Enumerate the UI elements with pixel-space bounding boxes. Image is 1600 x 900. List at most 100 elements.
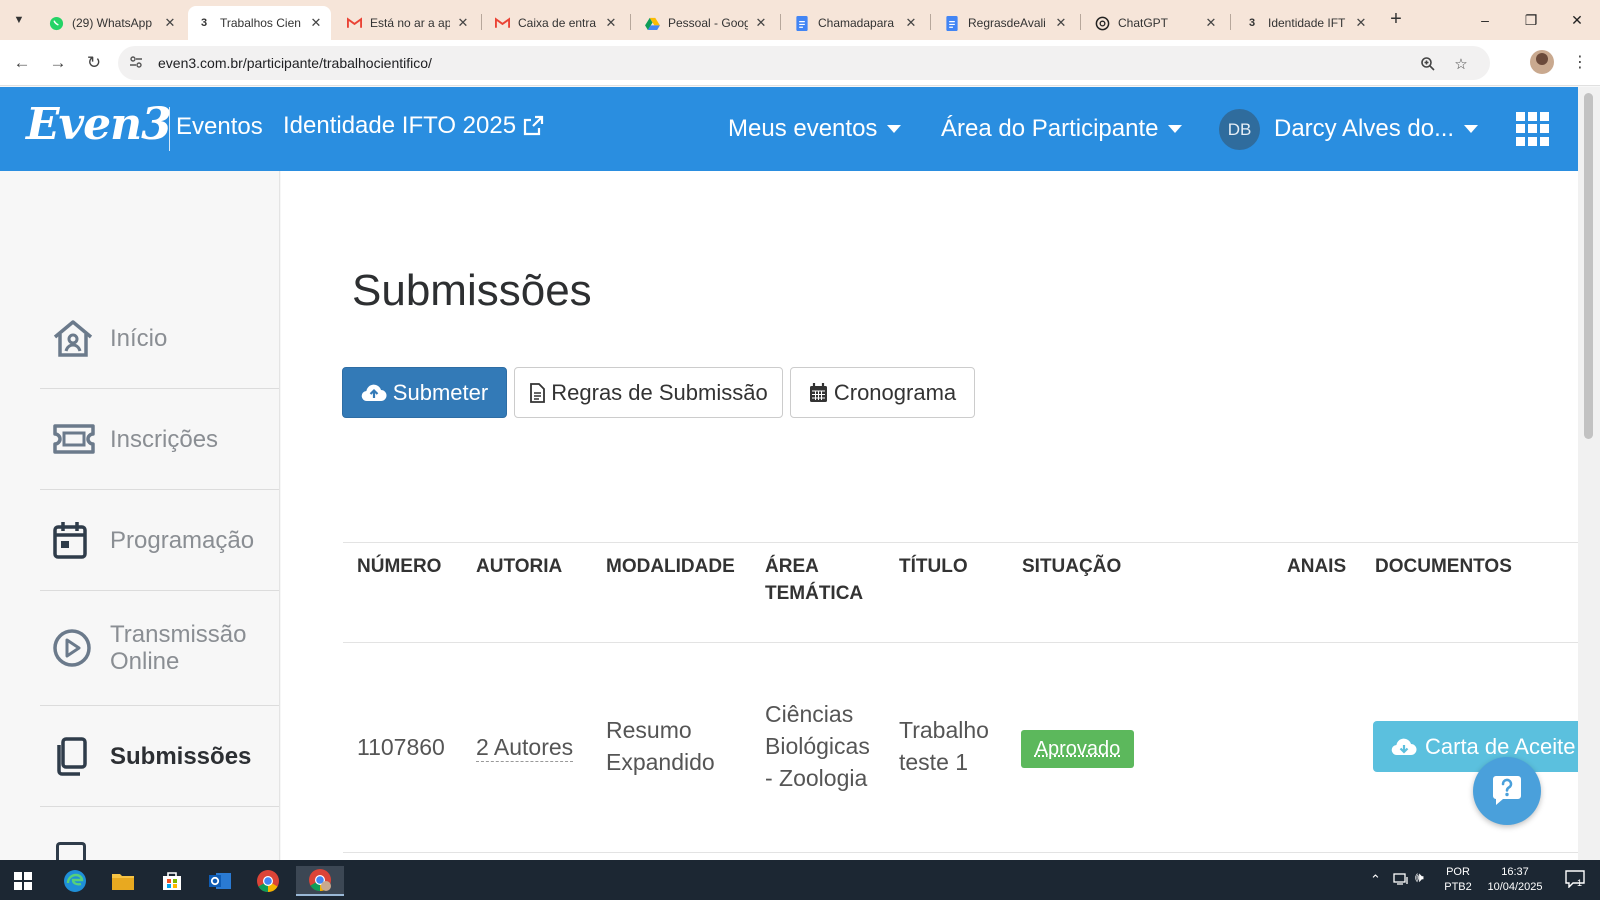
close-tab-icon[interactable]: ✕ [1054, 15, 1068, 31]
sidebar-item-programacao[interactable]: Programação [40, 490, 279, 591]
close-tab-icon[interactable]: ✕ [754, 15, 768, 31]
browser-tab-active[interactable]: 3 Trabalhos Cien ✕ [188, 6, 331, 40]
clock-time: 16:37 [1501, 866, 1529, 878]
back-arrow-icon[interactable]: ← [10, 51, 34, 75]
col-header-anais: ANAIS [1287, 556, 1347, 577]
new-tab-plus-icon[interactable]: + [1385, 8, 1407, 31]
browser-tab[interactable]: Chamadapara ✕ [786, 6, 926, 40]
restore-icon[interactable]: ❐ [1508, 0, 1554, 40]
forward-arrow-icon[interactable]: → [46, 51, 70, 75]
browser-tab[interactable]: ChatGPT ✕ [1086, 6, 1226, 40]
outlook-icon[interactable] [200, 866, 240, 896]
tab-title: Trabalhos Cien [220, 16, 301, 30]
tab-title: Está no ar a ap [370, 16, 450, 30]
url-text: even3.com.br/participante/trabalhocienti… [158, 55, 432, 71]
chrome-profile-icon[interactable] [296, 866, 344, 896]
caret-down-icon [887, 125, 902, 133]
scrollbar-thumb[interactable] [1584, 93, 1593, 439]
sidebar-item-label: Programação [110, 526, 255, 554]
browser-tab[interactable]: (29) WhatsApp ✕ [40, 6, 185, 40]
close-tab-icon[interactable]: ✕ [904, 15, 918, 31]
tab-title: ChatGPT [1118, 16, 1169, 30]
close-tab-icon[interactable]: ✕ [1354, 15, 1368, 31]
sidebar-item-inscricoes[interactable]: Inscrições [40, 389, 279, 490]
google-drive-icon [644, 15, 660, 31]
browser-tab[interactable]: Pessoal - Goog ✕ [636, 6, 776, 40]
url-field[interactable]: even3.com.br/participante/trabalhocienti… [118, 46, 1490, 80]
edge-icon[interactable] [55, 866, 95, 896]
cell-modalidade: Resumo Expandido [606, 717, 715, 775]
microsoft-store-icon[interactable] [152, 866, 192, 896]
file-explorer-icon[interactable] [103, 866, 143, 896]
table-header-divider [343, 642, 1578, 643]
keyboard-layout: PTB2 [1444, 881, 1472, 893]
tab-title: Pessoal - Goog [668, 16, 748, 30]
user-avatar[interactable]: DB [1219, 109, 1260, 150]
network-icon[interactable] [1393, 872, 1409, 891]
cell-autoria-link[interactable]: 2 Autores [476, 733, 574, 762]
submit-label: Submeter [392, 379, 489, 405]
user-name: Darcy Alves do... [1274, 115, 1455, 142]
gmail-icon [494, 15, 510, 31]
submit-button[interactable]: Submeter [342, 367, 507, 418]
tab-title: RegrasdeAvali [968, 16, 1046, 30]
close-tab-icon[interactable]: ✕ [163, 15, 177, 31]
site-info-icon[interactable] [128, 54, 146, 72]
close-window-icon[interactable]: ✕ [1554, 0, 1600, 40]
col-header-situacao: SITUAÇÃO [1022, 556, 1122, 577]
help-chat-button[interactable] [1473, 757, 1541, 825]
page-scrollbar[interactable] [1578, 87, 1600, 860]
input-language[interactable]: POR PTB2 [1441, 865, 1475, 895]
site-header: Even3 Eventos Identidade IFTO 2025 Meus … [0, 87, 1578, 171]
browser-tab-strip: ▼ (29) WhatsApp ✕ 3 Trabalhos Cien ✕ Est… [0, 0, 1600, 40]
meus-eventos-dropdown[interactable]: Meus eventos [728, 115, 902, 143]
col-header-area-tematica: ÁREA TEMÁTICA [765, 556, 864, 604]
calendar-icon [809, 382, 827, 402]
main-content: Submissões Submeter Regras de Submissão … [281, 171, 1578, 860]
reload-icon[interactable]: ↻ [82, 51, 106, 75]
table-top-border [343, 542, 1578, 543]
area-participante-dropdown[interactable]: Área do Participante [941, 115, 1183, 143]
browser-tab[interactable]: Está no ar a ap ✕ [338, 6, 478, 40]
close-tab-icon[interactable]: ✕ [604, 15, 618, 31]
meus-eventos-label: Meus eventos [728, 115, 878, 142]
schedule-label: Cronograma [833, 379, 957, 405]
browser-menu-icon[interactable]: ⋮ [1572, 52, 1588, 72]
minimize-icon[interactable]: – [1462, 0, 1508, 40]
eventos-link[interactable]: Eventos [176, 113, 263, 141]
table-row-divider [343, 852, 1578, 853]
tab-title: Chamadapara [818, 16, 895, 30]
bookmark-star-icon[interactable]: ☆ [1451, 54, 1471, 74]
schedule-button[interactable]: Cronograma [790, 367, 975, 418]
sidebar-item-inicio[interactable]: Início [40, 288, 279, 389]
browser-tab[interactable]: Caixa de entra ✕ [486, 6, 626, 40]
volume-icon[interactable]: 🕪 [1415, 870, 1424, 885]
sidebar-next-item-icon [56, 842, 86, 860]
sidebar-item-label: Inscrições [110, 425, 219, 453]
notifications-icon[interactable]: 1 [1560, 870, 1590, 893]
clock[interactable]: 16:37 10/04/2025 [1480, 865, 1550, 895]
address-bar: ← → ↻ even3.com.br/participante/trabalho… [0, 40, 1600, 86]
close-tab-icon[interactable]: ✕ [1204, 15, 1218, 31]
rules-button[interactable]: Regras de Submissão [514, 367, 783, 418]
sidebar-item-submissoes[interactable]: Submissões [40, 706, 279, 807]
zoom-icon[interactable] [1418, 54, 1438, 74]
tab-search-chevron-icon[interactable]: ▼ [6, 8, 32, 32]
chrome-icon[interactable] [248, 866, 288, 896]
profile-avatar[interactable] [1530, 50, 1554, 74]
close-tab-icon[interactable]: ✕ [456, 15, 470, 31]
sidebar-item-transmissao-online[interactable]: Transmissão Online [40, 591, 279, 706]
status-badge[interactable]: Aprovado [1021, 730, 1134, 768]
acceptance-letter-button[interactable]: Carta de Aceite [1373, 721, 1578, 772]
tray-chevron-up-icon[interactable]: ⌃ [1370, 872, 1381, 887]
event-name-label: Identidade IFTO 2025 [283, 112, 517, 139]
browser-tab[interactable]: RegrasdeAvali ✕ [936, 6, 1076, 40]
user-menu-dropdown[interactable]: Darcy Alves do... [1274, 115, 1479, 143]
sidebar-item-label: Início [110, 324, 168, 352]
apps-grid-icon[interactable] [1516, 112, 1550, 146]
event-name-link[interactable]: Identidade IFTO 2025 [283, 112, 544, 140]
windows-start-icon[interactable] [3, 866, 43, 896]
close-tab-icon[interactable]: ✕ [309, 15, 323, 31]
even3-logo[interactable]: Even3 [26, 99, 172, 150]
browser-tab[interactable]: 3 Identidade IFT ✕ [1236, 6, 1376, 40]
